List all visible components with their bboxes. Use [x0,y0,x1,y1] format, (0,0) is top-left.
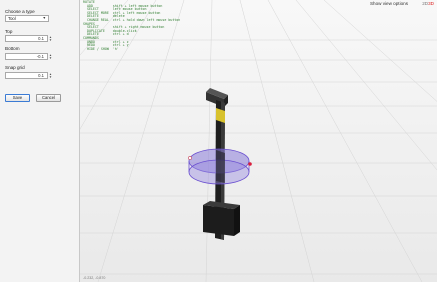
3d-viewport[interactable]: ROTATE ADD shift + left mouse button SEL… [80,0,437,282]
snap-label: Snap grid [5,65,25,70]
bottom-field[interactable]: -0.1 ▲ ▼ [5,53,52,60]
type-select[interactable]: Tool ▼ [5,15,49,22]
mode-3d[interactable]: 3D [428,1,434,6]
cancel-button[interactable]: Cancel [36,94,61,102]
shortcut-help: ROTATE ADD shift + left mouse button SEL… [83,0,181,51]
left-panel: Choose a type Tool ▼ Top 0.1 ▲ ▼ Bottom -… [0,0,80,282]
ring-handle-left[interactable] [188,156,192,160]
save-button[interactable]: Save [5,94,30,102]
top-value: 0.1 [38,36,44,41]
spin-icon[interactable]: ▲ ▼ [48,54,53,61]
snap-field[interactable]: 0.1 ▲ ▼ [5,72,52,79]
chevron-down-icon: ▼ [42,16,46,20]
cursor-coordinates: -0.232, -0.870 [83,276,106,280]
top-label: Top [5,29,13,34]
ring-handle-right[interactable] [248,162,252,166]
spin-icon[interactable]: ▲ ▼ [48,73,53,80]
bottom-label: Bottom [5,46,20,51]
snap-value: 0.1 [38,73,44,78]
bottom-value: -0.1 [36,54,44,59]
type-select-value: Tool [8,16,16,21]
spin-icon[interactable]: ▲ ▼ [48,36,53,43]
top-field[interactable]: 0.1 ▲ ▼ [5,35,52,42]
view-mode-toggle[interactable]: 2D3D [422,1,434,6]
show-view-options-link[interactable]: Show view options [370,1,408,6]
type-label: Choose a type [5,9,35,14]
grip-ring [188,148,252,185]
